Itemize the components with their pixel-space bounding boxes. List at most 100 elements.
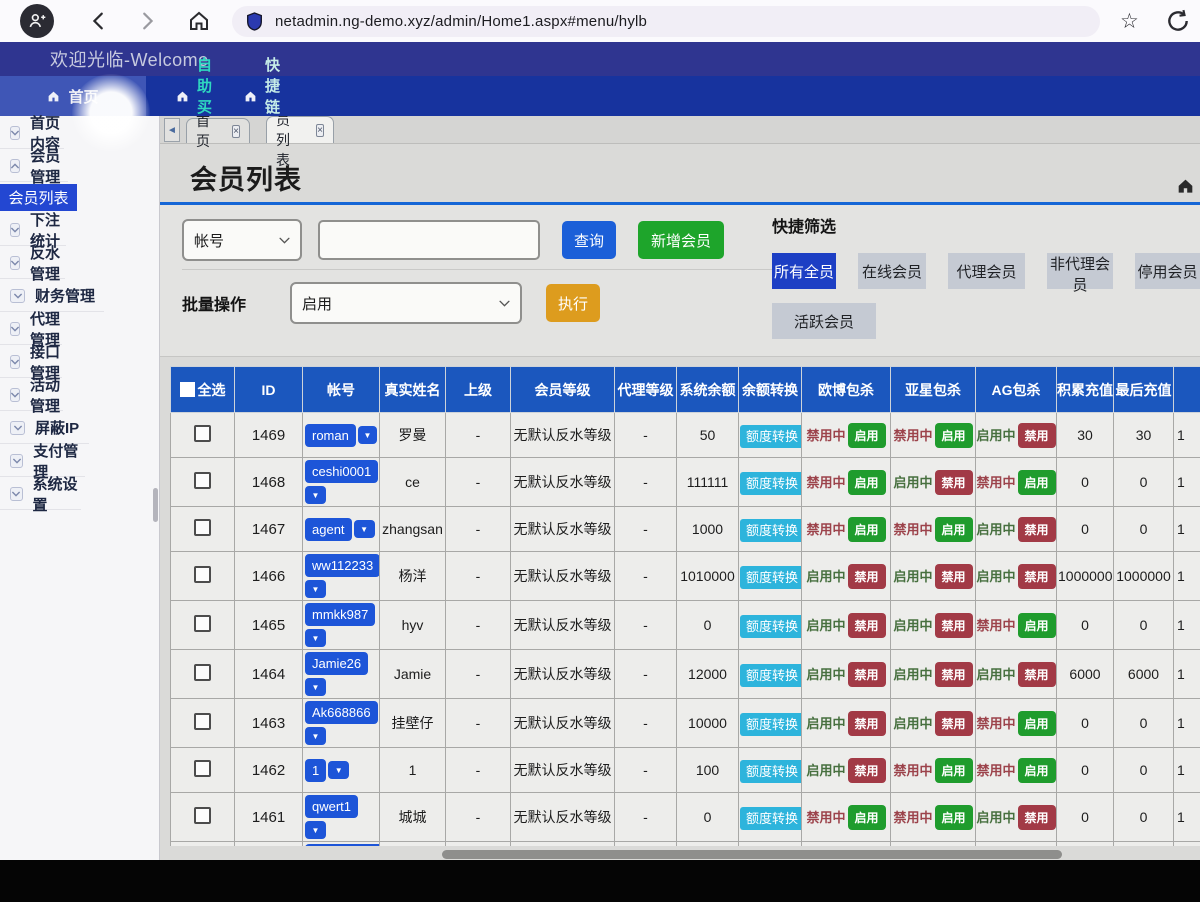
nav-tab[interactable]: 自助买分	[146, 76, 214, 116]
account-button[interactable]: Ak668866	[305, 701, 378, 724]
search-input[interactable]	[318, 220, 540, 260]
account-button[interactable]: Jamie26	[305, 652, 368, 675]
refresh-icon[interactable]	[1165, 8, 1191, 34]
account-dropdown-icon[interactable]: ▼	[305, 821, 326, 839]
sidebar-item[interactable]: 会员管理	[0, 150, 68, 182]
batch-action-select[interactable]: 启用	[290, 282, 522, 324]
account-button[interactable]: ceshi0001	[305, 460, 378, 483]
query-button[interactable]: 查询	[562, 221, 616, 259]
nav-tab[interactable]: 首页	[0, 76, 146, 116]
oubo-toggle-button[interactable]: 禁用	[848, 613, 886, 638]
sidebar-item[interactable]: 反水管理	[0, 247, 65, 279]
row-checkbox[interactable]	[194, 615, 211, 632]
oubo-toggle-button[interactable]: 启用	[848, 517, 886, 542]
ag-toggle-button[interactable]: 禁用	[1018, 517, 1056, 542]
yaxing-toggle-button[interactable]: 启用	[935, 758, 973, 783]
yaxing-toggle-button[interactable]: 禁用	[935, 662, 973, 687]
quota-transfer-button[interactable]: 额度转换	[740, 664, 802, 687]
account-dropdown-icon[interactable]: ▼	[358, 426, 377, 444]
quota-transfer-button[interactable]: 额度转换	[740, 519, 802, 542]
back-icon[interactable]	[82, 4, 116, 38]
browser-home-icon[interactable]	[182, 4, 216, 38]
star-icon[interactable]: ☆	[1120, 9, 1139, 34]
oubo-toggle-button[interactable]: 启用	[848, 423, 886, 448]
tab-scroll-left-icon[interactable]: ◄	[164, 118, 180, 142]
quick-filter-button[interactable]: 代理会员	[948, 253, 1025, 289]
row-checkbox[interactable]	[194, 807, 211, 824]
select-all-checkbox[interactable]	[180, 382, 195, 397]
account-button[interactable]: qwert1	[305, 795, 358, 818]
quick-filter-button[interactable]: 所有全员	[772, 253, 836, 289]
yaxing-toggle-button[interactable]: 禁用	[935, 564, 973, 589]
ag-toggle-button[interactable]: 禁用	[1018, 662, 1056, 687]
horizontal-scrollbar[interactable]	[442, 850, 1062, 859]
account-button[interactable]: 1	[305, 759, 326, 782]
ag-toggle-button[interactable]: 启用	[1018, 711, 1056, 736]
row-checkbox[interactable]	[194, 566, 211, 583]
quota-transfer-button[interactable]: 额度转换	[740, 566, 802, 589]
sidebar-scrollbar[interactable]	[153, 488, 158, 522]
profile-icon[interactable]	[20, 4, 54, 38]
ag-toggle-button[interactable]: 启用	[1018, 758, 1056, 783]
yaxing-toggle-button[interactable]: 启用	[935, 423, 973, 448]
quick-filter-button[interactable]: 非代理会员	[1047, 253, 1113, 289]
oubo-toggle-button[interactable]: 启用	[848, 470, 886, 495]
quick-filter-button[interactable]: 在线会员	[858, 253, 926, 289]
site-info-icon[interactable]	[246, 12, 263, 31]
account-button[interactable]: ww112233	[305, 554, 380, 577]
quota-transfer-button[interactable]: 额度转换	[740, 472, 802, 495]
account-button[interactable]: cb5201314	[305, 844, 380, 846]
sidebar-item[interactable]: 系统设置	[0, 478, 81, 510]
ag-toggle-button[interactable]: 启用	[1018, 470, 1056, 495]
yaxing-toggle-button[interactable]: 禁用	[935, 613, 973, 638]
execute-button[interactable]: 执行	[546, 284, 600, 322]
quick-filter-button[interactable]: 活跃会员	[772, 303, 876, 339]
yaxing-toggle-button[interactable]: 启用	[935, 517, 973, 542]
account-dropdown-icon[interactable]: ▼	[305, 727, 326, 745]
oubo-toggle-button[interactable]: 禁用	[848, 711, 886, 736]
quota-transfer-button[interactable]: 额度转换	[740, 615, 802, 638]
row-checkbox[interactable]	[194, 713, 211, 730]
row-checkbox[interactable]	[194, 519, 211, 536]
yaxing-toggle-button[interactable]: 禁用	[935, 470, 973, 495]
account-dropdown-icon[interactable]: ▼	[328, 761, 349, 779]
oubo-toggle-button[interactable]: 启用	[848, 805, 886, 830]
account-dropdown-icon[interactable]: ▼	[305, 629, 326, 647]
quick-filter-button[interactable]: 停用会员	[1135, 253, 1200, 289]
sidebar-item[interactable]: 活动管理	[0, 379, 63, 411]
account-dropdown-icon[interactable]: ▼	[305, 486, 326, 504]
url-bar[interactable]: netadmin.ng-demo.xyz/admin/Home1.aspx#me…	[232, 6, 1100, 37]
account-dropdown-icon[interactable]: ▼	[354, 520, 375, 538]
close-tab-icon[interactable]: ×	[316, 124, 324, 137]
ag-toggle-button[interactable]: 禁用	[1018, 564, 1056, 589]
yaxing-toggle-button[interactable]: 禁用	[935, 711, 973, 736]
account-dropdown-icon[interactable]: ▼	[305, 580, 326, 598]
close-tab-icon[interactable]: ×	[232, 125, 240, 138]
quota-transfer-button[interactable]: 额度转换	[740, 807, 802, 830]
page-tab[interactable]: 首页 ×	[186, 118, 250, 143]
quota-transfer-button[interactable]: 额度转换	[740, 713, 802, 736]
quota-transfer-button[interactable]: 额度转换	[740, 760, 802, 783]
account-button[interactable]: mmkk987	[305, 603, 375, 626]
ag-toggle-button[interactable]: 启用	[1018, 613, 1056, 638]
oubo-toggle-button[interactable]: 禁用	[848, 564, 886, 589]
oubo-toggle-button[interactable]: 禁用	[848, 662, 886, 687]
ag-toggle-button[interactable]: 禁用	[1018, 423, 1056, 448]
oubo-toggle-button[interactable]: 禁用	[848, 758, 886, 783]
account-dropdown-icon[interactable]: ▼	[305, 678, 326, 696]
row-checkbox[interactable]	[194, 425, 211, 442]
forward-icon[interactable]	[130, 4, 164, 38]
page-tab[interactable]: 会员列表 ×	[266, 116, 334, 143]
quota-transfer-button[interactable]: 额度转换	[740, 425, 802, 448]
yaxing-toggle-button[interactable]: 启用	[935, 805, 973, 830]
row-checkbox[interactable]	[194, 760, 211, 777]
account-button[interactable]: agent	[305, 518, 352, 541]
search-field-select[interactable]: 帐号	[182, 219, 302, 261]
nav-tab[interactable]: 快捷链接	[214, 76, 291, 116]
ag-toggle-button[interactable]: 禁用	[1018, 805, 1056, 830]
sidebar-item[interactable]: 会员列表	[0, 184, 77, 211]
add-member-button[interactable]: 新增会员	[638, 221, 724, 259]
row-checkbox[interactable]	[194, 664, 211, 681]
account-button[interactable]: roman	[305, 424, 356, 447]
row-checkbox[interactable]	[194, 472, 211, 489]
